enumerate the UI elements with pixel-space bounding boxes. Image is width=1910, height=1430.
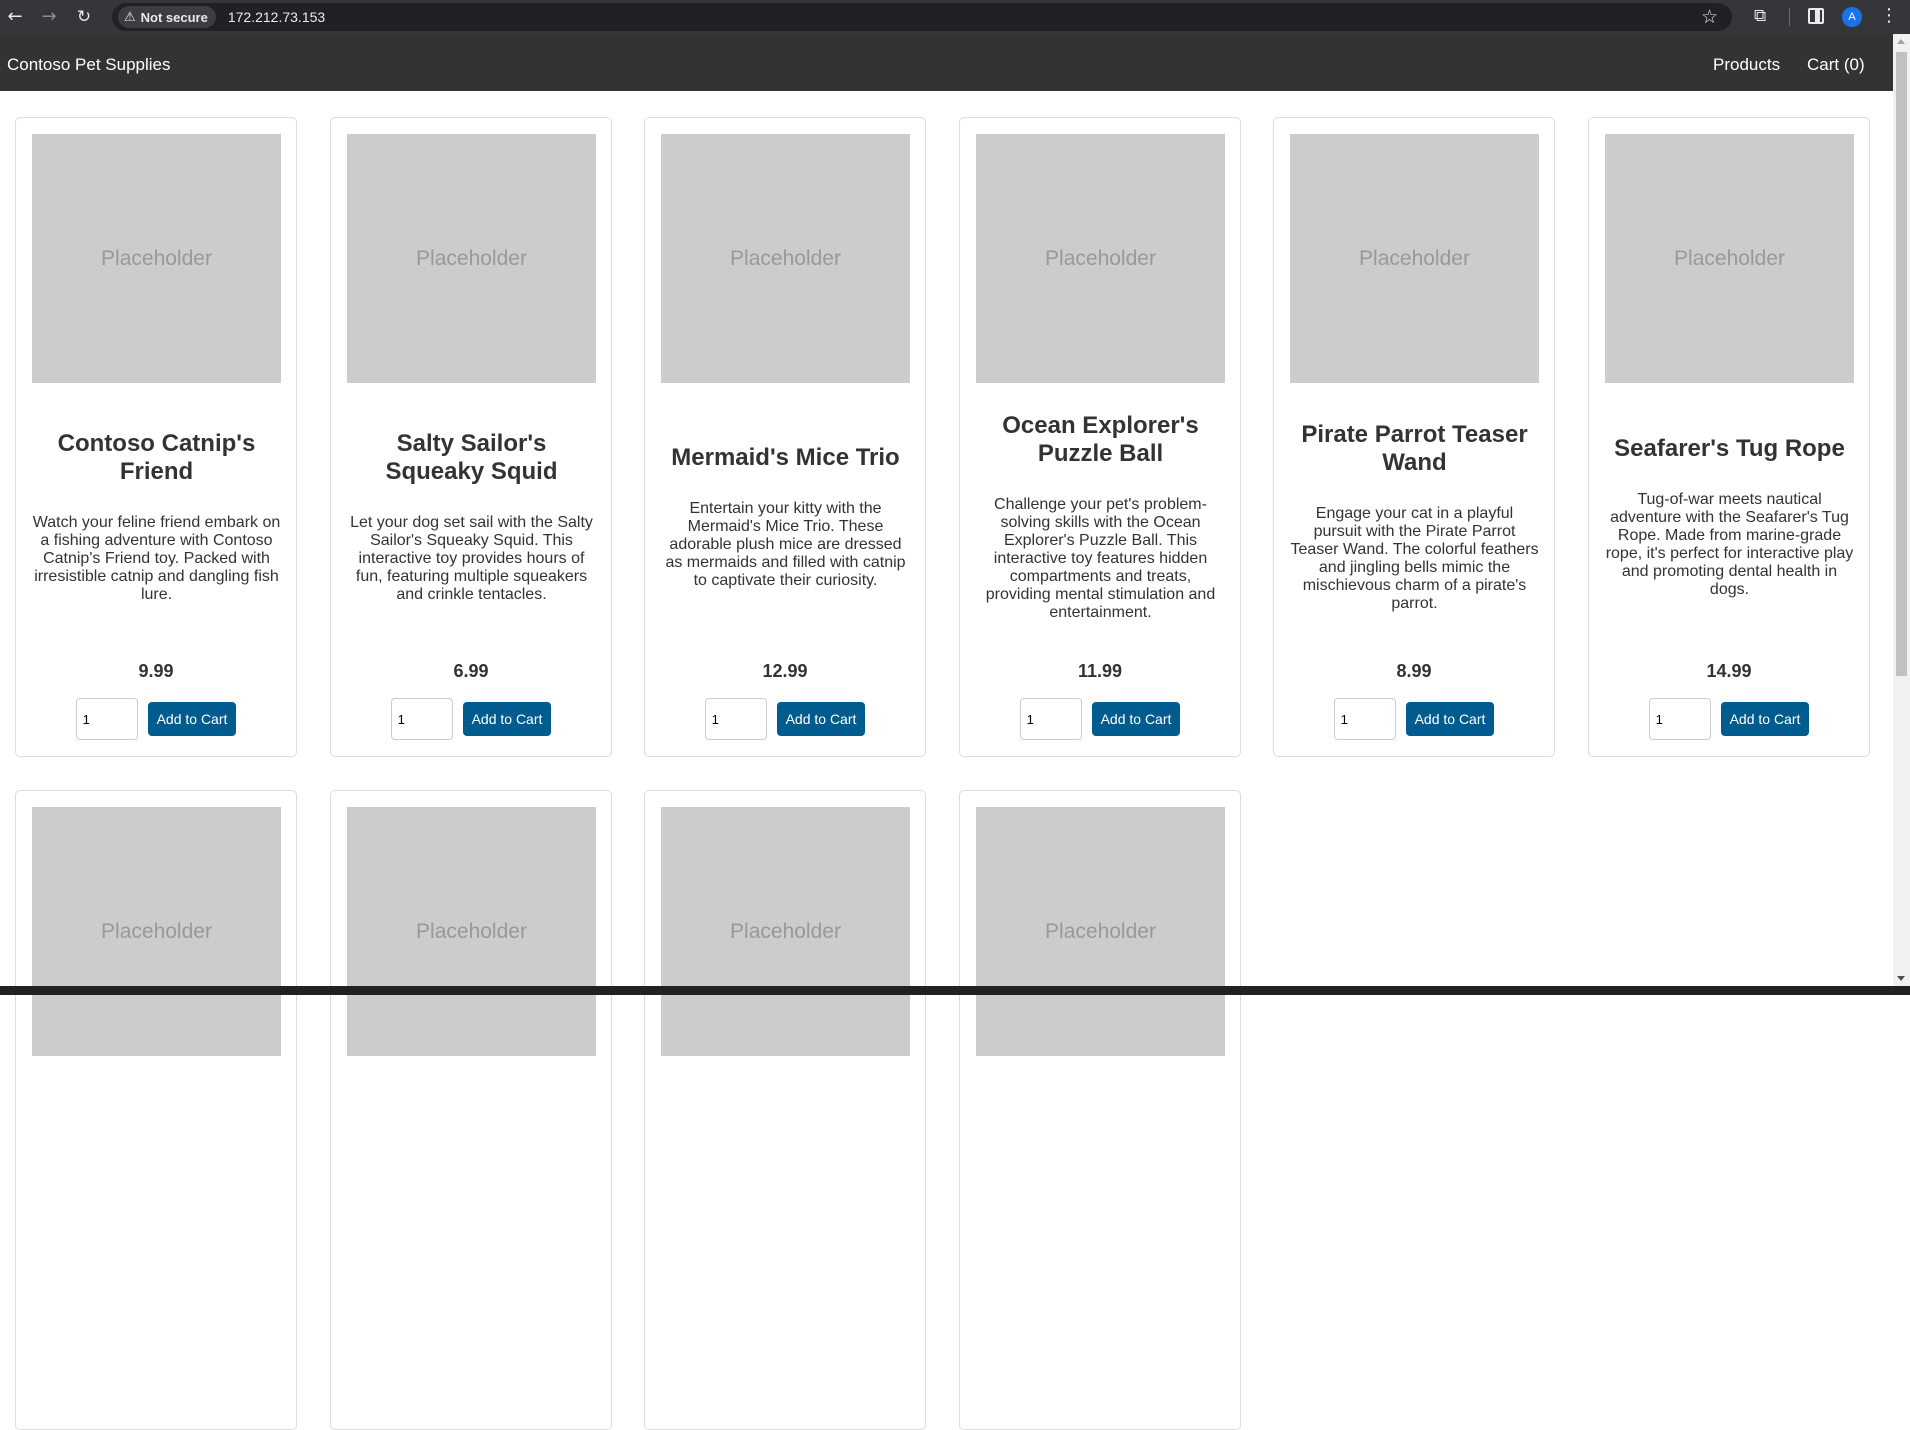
quantity-input[interactable] xyxy=(1019,698,1082,740)
product-price: 12.99 xyxy=(762,661,808,681)
quantity-input[interactable] xyxy=(704,698,767,740)
product-image-placeholder: Placeholder xyxy=(347,807,596,1056)
product-title: Contoso Catnip's Friend xyxy=(57,430,256,485)
add-to-cart-button[interactable]: Add to Cart xyxy=(1405,702,1495,736)
nav-cart-link[interactable]: Cart (0) xyxy=(1807,55,1865,75)
scroll-down-arrow-icon[interactable] xyxy=(1897,976,1905,981)
nav-products-link[interactable]: Products xyxy=(1713,55,1780,75)
page-scrollbar[interactable] xyxy=(1893,34,1910,986)
product-price: 8.99 xyxy=(1396,661,1432,681)
product-card: Placeholder xyxy=(15,790,297,1430)
product-title: Ocean Explorer's Puzzle Ball xyxy=(1002,412,1199,467)
product-title: Salty Sailor's Squeaky Squid xyxy=(385,430,558,485)
product-image-placeholder: Placeholder xyxy=(661,807,910,1056)
product-description: Let your dog set sail with the Salty Sai… xyxy=(350,514,593,603)
product-card: Placeholder Salty Sailor's Squeaky Squid… xyxy=(330,117,612,757)
product-image-placeholder: Placeholder xyxy=(347,134,596,383)
product-image-placeholder: Placeholder xyxy=(976,134,1225,383)
product-price: 14.99 xyxy=(1706,661,1752,681)
product-title: Mermaid's Mice Trio xyxy=(671,444,900,471)
taskbar-strip xyxy=(0,986,1910,995)
site-header: Contoso Pet Supplies Products Cart (0) xyxy=(0,34,1893,91)
warning-triangle-icon: ⚠ xyxy=(124,9,136,25)
side-panel-icon[interactable] xyxy=(1808,8,1824,24)
product-card: Placeholder Mermaid's Mice Trio Entertai… xyxy=(644,117,926,757)
toolbar-divider xyxy=(1789,8,1790,26)
product-card: Placeholder Contoso Catnip's Friend Watc… xyxy=(15,117,297,757)
product-description: Entertain your kitty with the Mermaid's … xyxy=(665,500,906,589)
product-card: Placeholder xyxy=(644,790,926,1430)
quantity-input[interactable] xyxy=(75,698,138,740)
product-card: Placeholder Pirate Parrot Teaser Wand En… xyxy=(1273,117,1555,757)
product-description: Watch your feline friend embark on a fis… xyxy=(32,514,281,603)
add-to-cart-button[interactable]: Add to Cart xyxy=(147,702,237,736)
product-image-placeholder: Placeholder xyxy=(661,134,910,383)
back-arrow-icon[interactable]: ← xyxy=(4,6,26,28)
profile-avatar[interactable]: A xyxy=(1842,7,1862,27)
scroll-thumb[interactable] xyxy=(1896,52,1907,676)
product-image-placeholder: Placeholder xyxy=(1290,134,1539,383)
product-description: Challenge your pet's problem-solving ski… xyxy=(985,496,1216,621)
extensions-puzzle-icon[interactable]: ⧉ xyxy=(1754,6,1766,26)
product-image-placeholder: Placeholder xyxy=(1605,134,1854,383)
url-text[interactable]: 172.212.73.153 xyxy=(228,9,325,25)
more-menu-icon[interactable]: ⋮ xyxy=(1880,5,1898,26)
add-to-cart-button[interactable]: Add to Cart xyxy=(776,702,866,736)
product-card: Placeholder xyxy=(959,790,1241,1430)
product-title: Seafarer's Tug Rope xyxy=(1614,435,1845,462)
product-price: 6.99 xyxy=(453,661,489,681)
scroll-up-arrow-icon[interactable] xyxy=(1897,39,1905,44)
product-image-placeholder: Placeholder xyxy=(976,807,1225,1056)
product-image-placeholder: Placeholder xyxy=(32,134,281,383)
product-description: Engage your cat in a playful pursuit wit… xyxy=(1290,505,1539,612)
forward-arrow-icon[interactable]: → xyxy=(38,6,60,28)
quantity-input[interactable] xyxy=(1333,698,1396,740)
product-card: Placeholder Ocean Explorer's Puzzle Ball… xyxy=(959,117,1241,757)
add-to-cart-button[interactable]: Add to Cart xyxy=(1091,702,1181,736)
product-card: Placeholder Seafarer's Tug Rope Tug-of-w… xyxy=(1588,117,1870,757)
security-label: Not secure xyxy=(140,9,208,25)
product-price: 9.99 xyxy=(138,661,174,681)
product-price: 11.99 xyxy=(1077,661,1123,681)
browser-toolbar: ← → ↻ ⚠ Not secure 172.212.73.153 ☆ ⧉ A … xyxy=(0,0,1910,34)
product-image-placeholder: Placeholder xyxy=(32,807,281,1056)
bookmark-star-icon[interactable]: ☆ xyxy=(1701,6,1718,28)
product-title: Pirate Parrot Teaser Wand xyxy=(1301,421,1528,476)
add-to-cart-button[interactable]: Add to Cart xyxy=(1720,702,1810,736)
product-description: Tug-of-war meets nautical adventure with… xyxy=(1605,491,1854,598)
reload-icon[interactable]: ↻ xyxy=(73,6,95,28)
product-card: Placeholder xyxy=(330,790,612,1430)
quantity-input[interactable] xyxy=(1648,698,1711,740)
site-brand[interactable]: Contoso Pet Supplies xyxy=(7,55,171,75)
add-to-cart-button[interactable]: Add to Cart xyxy=(462,702,552,736)
quantity-input[interactable] xyxy=(390,698,453,740)
address-bar[interactable]: ⚠ Not secure 172.212.73.153 xyxy=(112,3,1732,31)
security-chip[interactable]: ⚠ Not secure xyxy=(118,6,216,28)
